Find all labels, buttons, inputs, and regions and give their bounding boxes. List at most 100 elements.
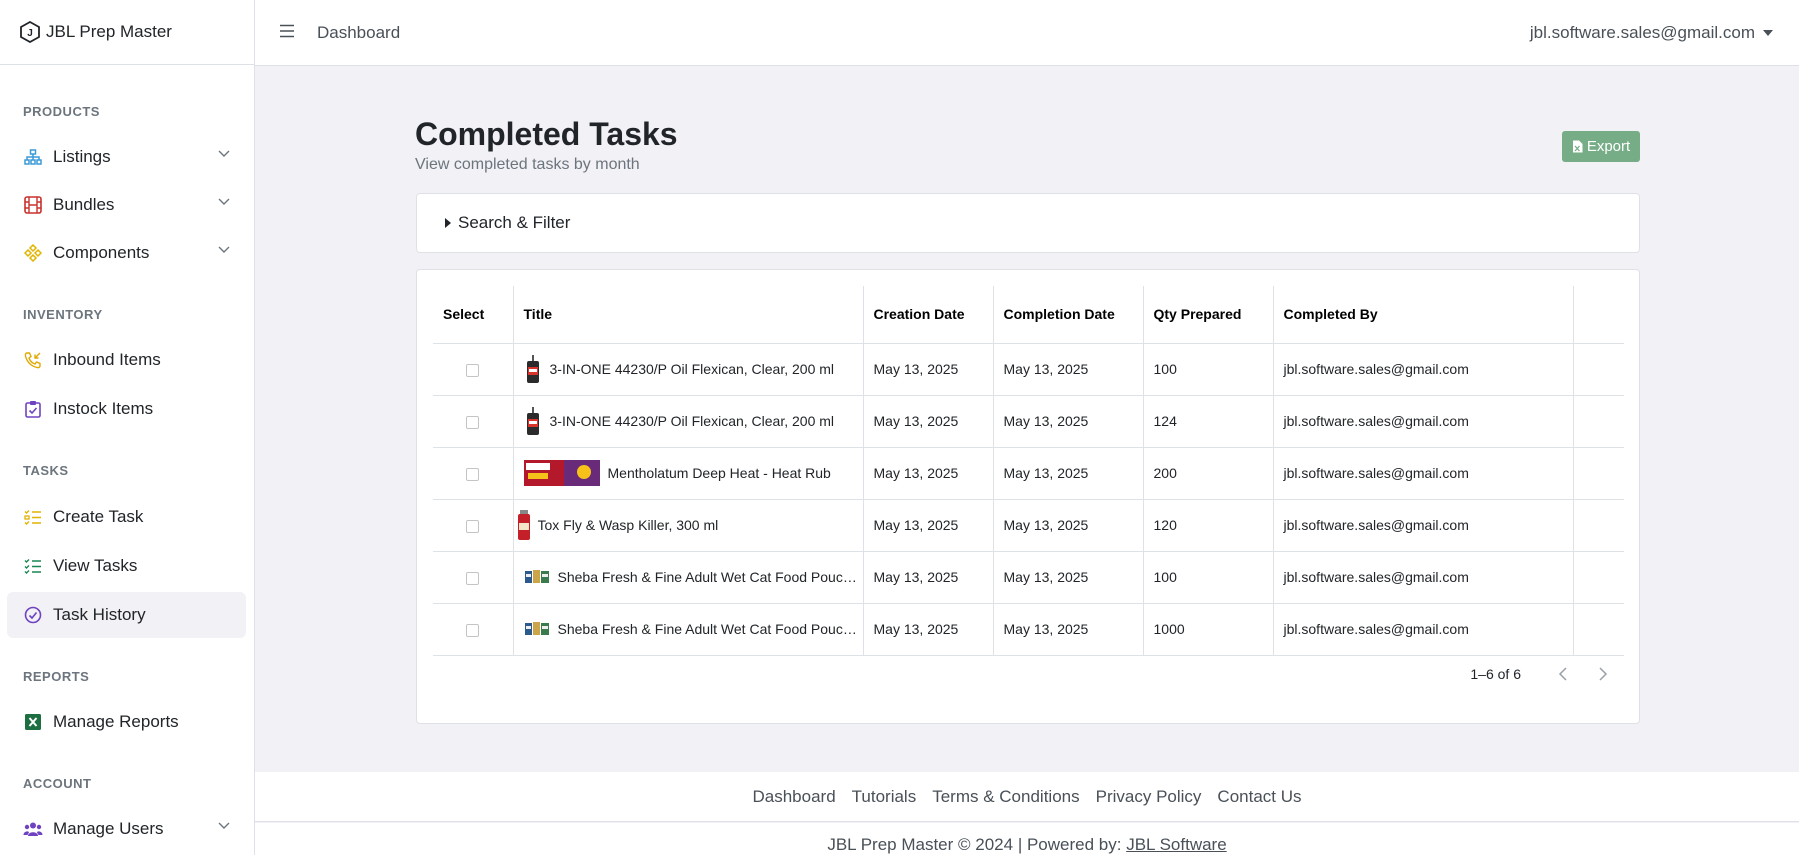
table-row[interactable]: Mentholatum Deep Heat - Heat Rub May 13,… (433, 447, 1624, 500)
brand-name: JBL Prep Master (46, 22, 172, 41)
chevron-down-icon (218, 246, 230, 253)
chevron-down-icon (218, 150, 230, 157)
file-excel-icon (1572, 140, 1583, 153)
pagination-info: 1–6 of 6 (1470, 666, 1521, 682)
brand[interactable]: J JBL Prep Master (0, 0, 254, 65)
product-thumbnail-oil-can (524, 354, 542, 384)
column-header-qty-prepared[interactable]: Qty Prepared (1143, 286, 1274, 344)
copyright-text: JBL Prep Master © 2024 | Powered by: (827, 835, 1127, 854)
list-check-icon (23, 556, 43, 576)
footer-links: Dashboard Tutorials Terms & Conditions P… (255, 772, 1799, 822)
row-title: Mentholatum Deep Heat - Heat Rub (607, 465, 831, 481)
row-qty-prepared: 100 (1143, 551, 1274, 604)
tasks-table-card: Select Title Creation Date Completion Da… (416, 269, 1640, 724)
row-completion-date: May 13, 2025 (993, 551, 1144, 604)
list-check-icon (23, 507, 43, 527)
table-row[interactable]: 3-IN-ONE 44230/P Oil Flexican, Clear, 20… (433, 343, 1624, 396)
column-header-completed-by[interactable]: Completed By (1273, 286, 1574, 344)
row-creation-date: May 13, 2025 (863, 343, 994, 396)
sidebar-item-manage-users[interactable]: Manage Users (7, 806, 246, 852)
row-qty-prepared: 200 (1143, 447, 1274, 500)
row-checkbox[interactable] (466, 571, 480, 585)
sidebar-item-create-task[interactable]: Create Task (7, 494, 246, 540)
circle-check-icon (23, 605, 43, 625)
sidebar-item-components[interactable]: Components (7, 230, 246, 276)
table-row[interactable]: Tox Fly & Wasp Killer, 300 ml May 13, 20… (433, 499, 1624, 552)
chevron-left-icon[interactable] (1558, 667, 1568, 681)
row-title: 3-IN-ONE 44230/P Oil Flexican, Clear, 20… (549, 361, 835, 377)
footer-link-privacy[interactable]: Privacy Policy (1096, 787, 1202, 807)
column-header-spacer (1573, 286, 1624, 344)
row-checkbox[interactable] (466, 623, 480, 637)
svg-text:J: J (27, 28, 33, 39)
users-icon (23, 819, 43, 839)
footer-link-terms[interactable]: Terms & Conditions (932, 787, 1079, 807)
product-thumbnail-oil-can (524, 406, 542, 436)
row-completed-by: jbl.software.sales@gmail.com (1273, 603, 1574, 656)
hamburger-menu-icon[interactable] (279, 24, 295, 38)
row-completion-date: May 13, 2025 (993, 603, 1144, 656)
breadcrumb[interactable]: Dashboard (317, 23, 400, 43)
row-completion-date: May 13, 2025 (993, 499, 1144, 552)
footer-link-contact[interactable]: Contact Us (1217, 787, 1301, 807)
clipboard-check-icon (23, 399, 43, 419)
sidebar-item-instock-items[interactable]: Instock Items (7, 386, 246, 432)
sidebar-item-label: Task History (53, 605, 146, 624)
row-completion-date: May 13, 2025 (993, 343, 1144, 396)
column-header-creation-date[interactable]: Creation Date (863, 286, 994, 344)
row-completion-date: May 13, 2025 (993, 395, 1144, 448)
user-menu[interactable]: jbl.software.sales@gmail.com (1530, 23, 1773, 43)
sidebar-item-label: View Tasks (53, 556, 138, 575)
column-header-title[interactable]: Title (513, 286, 864, 344)
column-header-completion-date[interactable]: Completion Date (993, 286, 1144, 344)
top-bar: Dashboard jbl.software.sales@gmail.com (255, 0, 1799, 66)
sidebar-item-view-tasks[interactable]: View Tasks (7, 543, 246, 589)
row-qty-prepared: 100 (1143, 343, 1274, 396)
search-filter-toggle[interactable]: Search & Filter (416, 193, 1640, 253)
row-completed-by: jbl.software.sales@gmail.com (1273, 499, 1574, 552)
sidebar-item-label: Components (53, 243, 150, 262)
row-completed-by: jbl.software.sales@gmail.com (1273, 551, 1574, 604)
sidebar-item-inbound-items[interactable]: Inbound Items (7, 337, 246, 383)
footer-link-tutorials[interactable]: Tutorials (852, 787, 917, 807)
row-creation-date: May 13, 2025 (863, 499, 994, 552)
chevron-right-icon[interactable] (1598, 667, 1608, 681)
caret-down-icon (1763, 30, 1773, 36)
chevron-down-icon (218, 198, 230, 205)
sidebar-item-listings[interactable]: Listings (7, 134, 246, 180)
product-thumbnail-spray-can (516, 509, 532, 541)
row-checkbox[interactable] (466, 519, 480, 533)
product-thumbnail-deep-heat (523, 460, 600, 486)
product-thumbnail-cat-food (524, 568, 550, 586)
row-checkbox[interactable] (466, 363, 480, 377)
row-completed-by: jbl.software.sales@gmail.com (1273, 395, 1574, 448)
row-qty-prepared: 120 (1143, 499, 1274, 552)
page-subtitle: View completed tasks by month (415, 156, 640, 173)
table-row[interactable]: Sheba Fresh & Fine Adult Wet Cat Food Po… (433, 551, 1624, 604)
footer-link-dashboard[interactable]: Dashboard (752, 787, 835, 807)
sidebar-item-task-history[interactable]: Task History (7, 592, 246, 638)
excel-icon (23, 712, 43, 732)
sidebar-item-bundles[interactable]: Bundles (7, 182, 246, 228)
section-tasks: TASKS (23, 463, 69, 478)
row-checkbox[interactable] (466, 415, 480, 429)
sidebar-item-manage-reports[interactable]: Manage Reports (7, 699, 246, 745)
row-creation-date: May 13, 2025 (863, 447, 994, 500)
row-completion-date: May 13, 2025 (993, 447, 1144, 500)
row-completed-by: jbl.software.sales@gmail.com (1273, 447, 1574, 500)
row-title: Sheba Fresh & Fine Adult Wet Cat Food Po… (557, 569, 863, 585)
row-creation-date: May 13, 2025 (863, 551, 994, 604)
row-creation-date: May 13, 2025 (863, 603, 994, 656)
search-filter-label: Search & Filter (458, 213, 571, 232)
caret-right-icon (445, 218, 451, 228)
table-row[interactable]: 3-IN-ONE 44230/P Oil Flexican, Clear, 20… (433, 395, 1624, 448)
row-qty-prepared: 124 (1143, 395, 1274, 448)
section-account: ACCOUNT (23, 776, 92, 791)
row-checkbox[interactable] (466, 467, 480, 481)
powered-by-link[interactable]: JBL Software (1126, 835, 1226, 854)
sidebar-item-label: Create Task (53, 507, 144, 526)
export-button[interactable]: Export (1562, 131, 1640, 162)
table-row[interactable]: Sheba Fresh & Fine Adult Wet Cat Food Po… (433, 603, 1624, 656)
sidebar-item-label: Bundles (53, 195, 115, 214)
export-label: Export (1586, 138, 1631, 155)
